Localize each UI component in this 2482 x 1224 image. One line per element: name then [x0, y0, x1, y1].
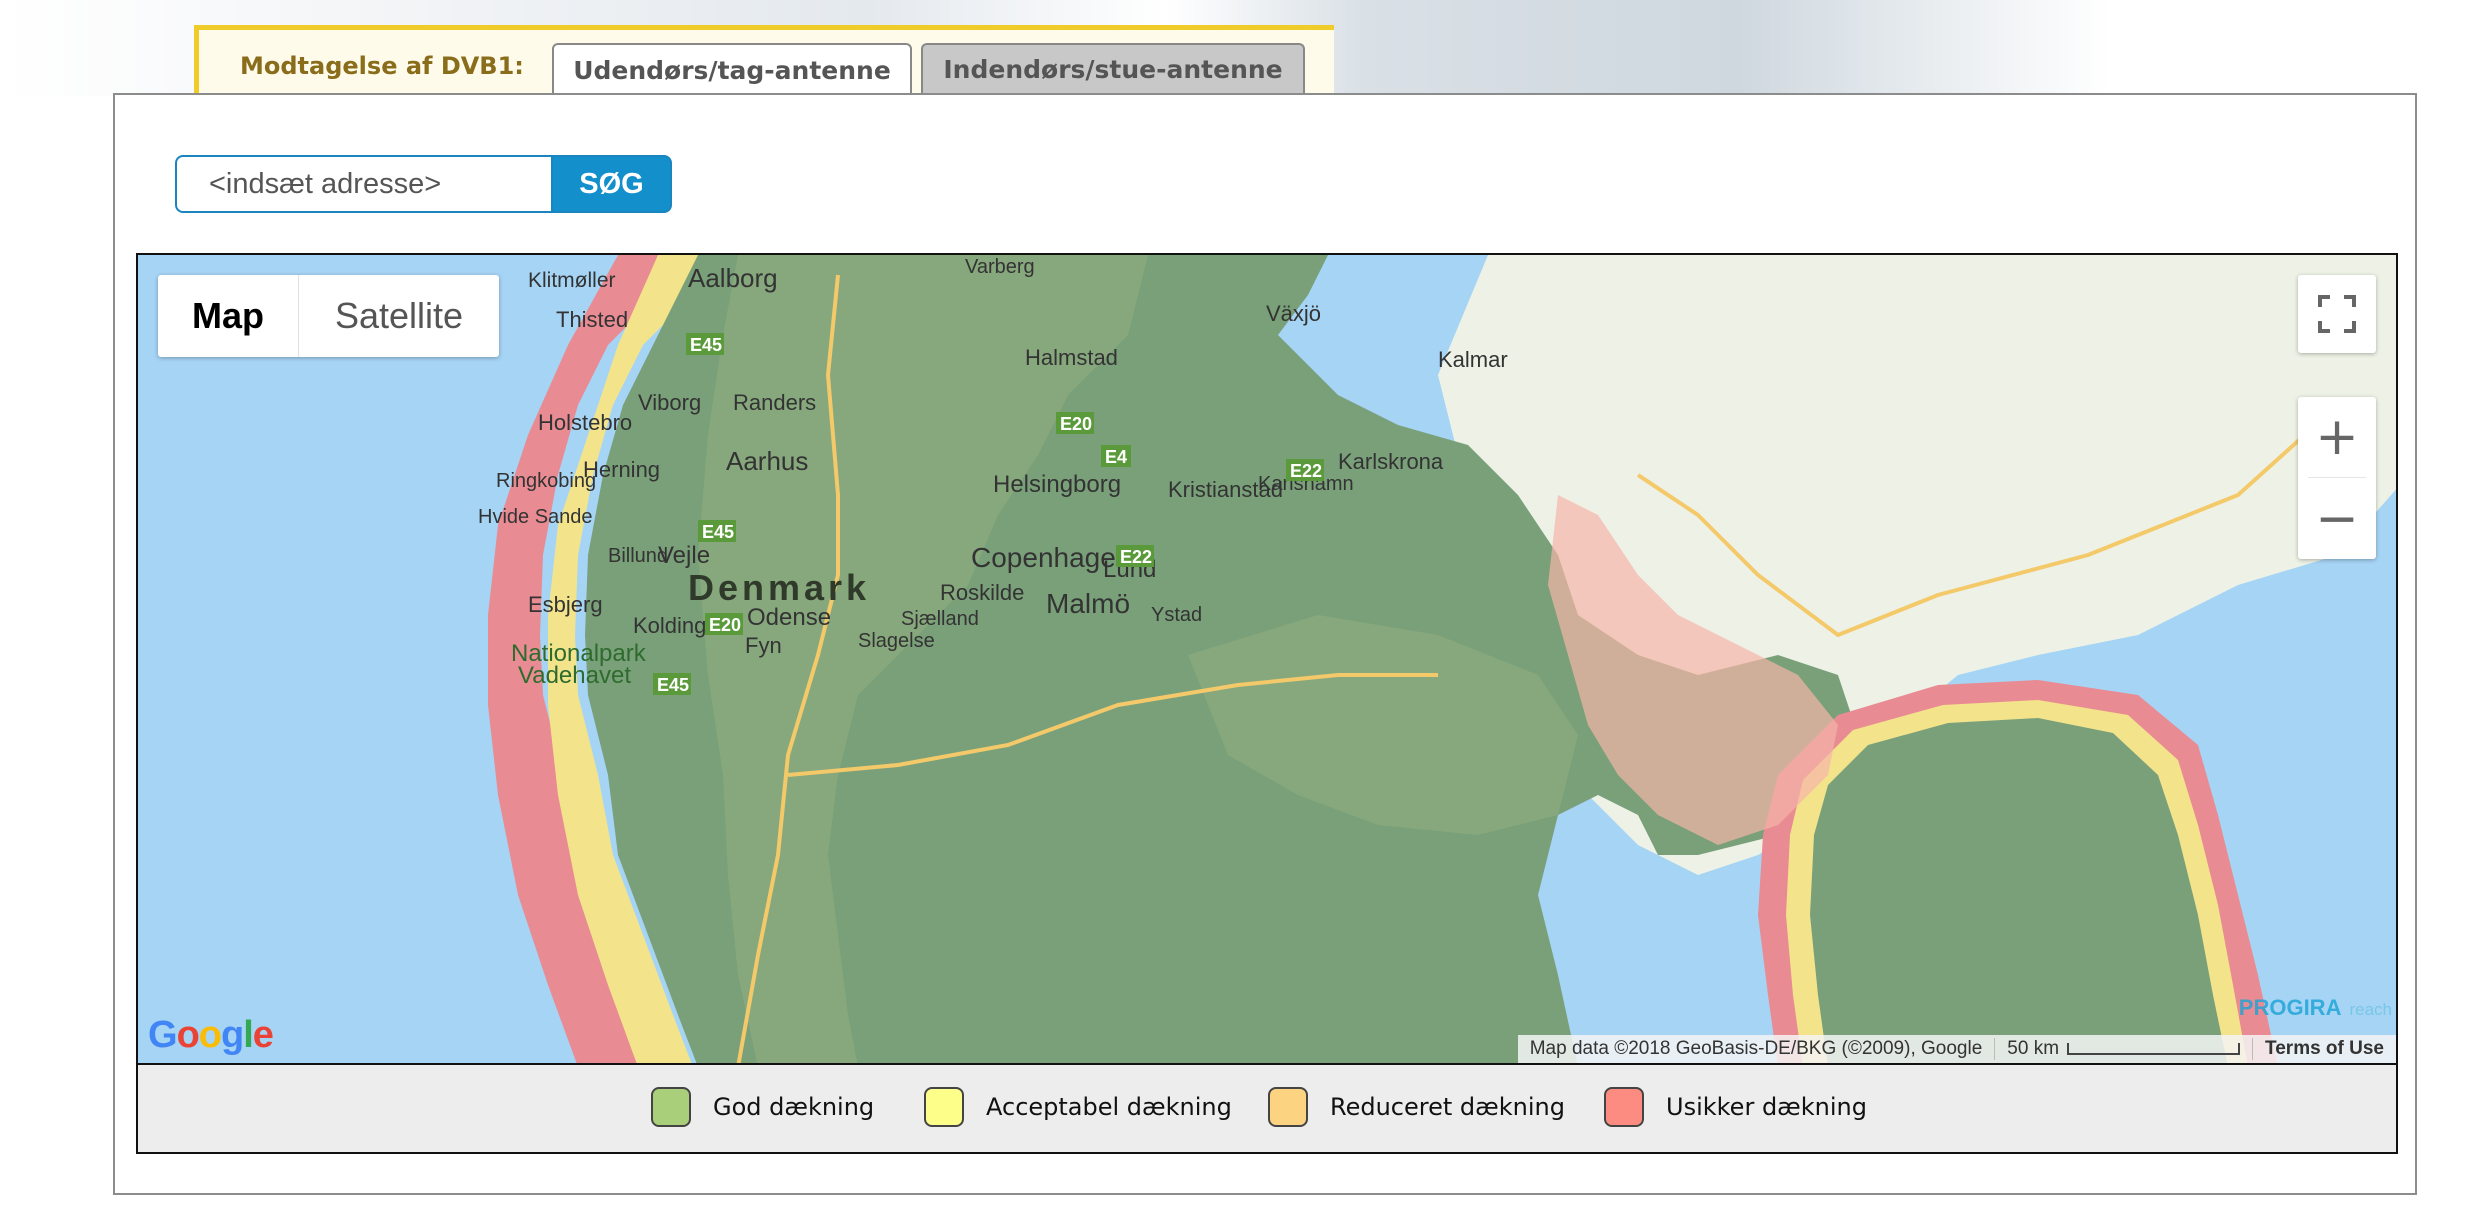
tab-indoor-antenna[interactable]: Indendørs/stue-antenne — [921, 43, 1305, 93]
legend-item-reduced: Reduceret dækning — [1268, 1087, 1565, 1127]
fullscreen-icon — [2318, 295, 2356, 333]
legend-label-acceptable: Acceptabel dækning — [986, 1093, 1232, 1121]
map-label-karlskrona: Karlskrona — [1338, 449, 1444, 474]
map-label-thisted: Thisted — [556, 307, 628, 332]
map-label-aarhus: Aarhus — [726, 446, 808, 476]
map-label-kalmar: Kalmar — [1438, 347, 1508, 372]
map-type-control: Map Satellite — [158, 275, 499, 357]
map-type-satellite-button[interactable]: Satellite — [299, 275, 499, 357]
legend-swatch-reduced — [1268, 1087, 1308, 1127]
progira-brand: PROGIRA reach — [2239, 995, 2392, 1021]
map-type-map-button[interactable]: Map — [158, 275, 299, 357]
map-label-vadehavet: Vadehavet — [518, 662, 631, 689]
address-search-input[interactable] — [175, 155, 553, 213]
coverage-map[interactable]: Denmark Aalborg Klitmøller Thisted Vibor… — [136, 253, 2398, 1065]
map-label-hvide-sande: Hvide Sande — [478, 506, 593, 528]
search-button[interactable]: SØG — [551, 155, 672, 213]
map-label-esbjerg: Esbjerg — [528, 592, 603, 617]
legend-item-good: God dækning — [651, 1087, 874, 1127]
terms-of-use-link[interactable]: Terms of Use — [2252, 1038, 2396, 1060]
road-badge-e45-north: E45 — [690, 335, 722, 355]
map-label-helsingborg: Helsingborg — [993, 471, 1121, 498]
legend-item-uncertain: Usikker dækning — [1604, 1087, 1867, 1127]
zoom-control: + − — [2298, 397, 2376, 559]
zoom-separator — [2308, 477, 2366, 478]
map-label-vejle: Vejle — [658, 542, 710, 569]
progira-logo-text: PROGIRA — [2238, 995, 2342, 1020]
tab-outdoor-antenna[interactable]: Udendørs/tag-antenne — [552, 43, 912, 95]
road-badge-e45-south: E45 — [657, 675, 689, 695]
zoom-in-button[interactable]: + — [2298, 397, 2376, 477]
legend-label-reduced: Reduceret dækning — [1330, 1093, 1565, 1121]
map-scale-label: 50 km — [2007, 1038, 2060, 1059]
tab-bar-label: Modtagelse af DVB1: — [240, 52, 524, 80]
road-badge-e4: E4 — [1105, 447, 1127, 467]
scale-bar-icon — [2067, 1042, 2241, 1055]
map-label-ystad: Ystad — [1151, 604, 1202, 626]
road-badge-e22-east: E22 — [1290, 461, 1322, 481]
map-label-vaxjo: Växjö — [1266, 301, 1321, 326]
legend-item-acceptable: Acceptabel dækning — [924, 1087, 1232, 1127]
legend-swatch-uncertain — [1604, 1087, 1644, 1127]
map-label-kristianstad: Kristianstad — [1168, 477, 1283, 502]
map-label-fyn: Fyn — [745, 633, 782, 658]
google-logo: Google — [148, 1014, 274, 1056]
fullscreen-button[interactable] — [2298, 275, 2376, 353]
map-attribution: Map data ©2018 GeoBasis-DE/BKG (©2009), … — [1517, 1035, 2396, 1063]
map-label-country: Denmark — [688, 567, 870, 608]
map-label-roskilde: Roskilde — [940, 580, 1024, 605]
map-scale: 50 km — [1994, 1038, 2252, 1060]
legend-label-uncertain: Usikker dækning — [1666, 1093, 1867, 1121]
map-label-randers: Randers — [733, 390, 816, 415]
road-badge-e20-west: E20 — [709, 615, 741, 635]
zoom-out-button[interactable]: − — [2298, 479, 2376, 559]
road-badge-e22-west: E22 — [1120, 547, 1152, 567]
map-label-holstebro: Holstebro — [538, 410, 632, 435]
map-label-klitmoller: Klitmøller — [528, 269, 616, 292]
map-label-odense: Odense — [747, 604, 831, 631]
road-badge-e45-middle: E45 — [702, 522, 734, 542]
legend-swatch-acceptable — [924, 1087, 964, 1127]
map-label-aalborg: Aalborg — [688, 263, 778, 293]
map-label-ringkobing: Ringkobing — [496, 470, 596, 492]
legend-swatch-good — [651, 1087, 691, 1127]
map-label-sjaelland: Sjælland — [901, 608, 979, 630]
map-label-viborg: Viborg — [638, 390, 701, 415]
map-label-halmstad: Halmstad — [1025, 345, 1118, 370]
map-label-slagelse: Slagelse — [858, 630, 935, 652]
legend-label-good: God dækning — [713, 1093, 875, 1121]
map-data-text: Map data ©2018 GeoBasis-DE/BKG (©2009), … — [1529, 1038, 1983, 1059]
map-label-kolding: Kolding — [633, 613, 706, 638]
progira-reach-text: reach — [2349, 1000, 2392, 1019]
map-labels: Denmark Aalborg Klitmøller Thisted Vibor… — [478, 256, 1508, 695]
coverage-legend: God dækning Acceptabel dækning Reduceret… — [136, 1065, 2398, 1154]
map-label-malmo: Malmö — [1046, 588, 1130, 619]
map-label-varberg: Varberg — [965, 256, 1035, 278]
road-badge-e20-east: E20 — [1060, 414, 1092, 434]
